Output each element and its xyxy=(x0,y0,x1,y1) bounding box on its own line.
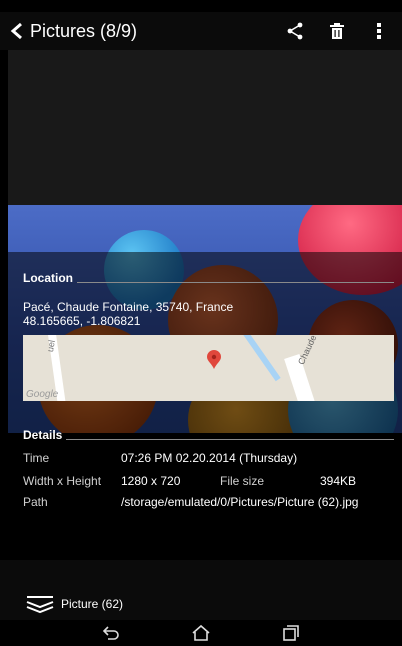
location-map[interactable]: uel Chaude Fontaine Google xyxy=(23,335,394,401)
map-road xyxy=(241,335,281,382)
back-icon[interactable] xyxy=(98,622,124,644)
home-icon[interactable] xyxy=(188,622,214,644)
time-label: Time xyxy=(23,451,50,465)
details-heading: Details xyxy=(23,428,63,442)
page-title: Pictures (8/9) xyxy=(30,20,138,41)
location-heading: Location xyxy=(23,271,73,285)
app-bar: Pictures (8/9) xyxy=(0,12,402,50)
divider xyxy=(66,439,394,440)
path-value: /storage/emulated/0/Pictures/Picture (62… xyxy=(121,495,359,509)
nav-bar xyxy=(0,620,402,646)
layers-icon[interactable] xyxy=(25,594,55,614)
divider xyxy=(77,282,394,283)
more-vert-icon[interactable] xyxy=(368,18,390,44)
trash-icon[interactable] xyxy=(326,18,348,44)
chevron-left-icon[interactable] xyxy=(6,12,28,50)
status-bar xyxy=(0,0,402,12)
address: Pacé, Chaude Fontaine, 35740, France xyxy=(23,300,234,314)
map-pin-icon xyxy=(207,350,221,369)
recents-icon[interactable] xyxy=(278,622,304,644)
wh-value: 1280 x 720 xyxy=(121,474,181,488)
wh-label: Width x Height xyxy=(23,474,102,488)
photo-top-area xyxy=(8,50,402,205)
time-value: 07:26 PM 02.20.2014 (Thursday) xyxy=(121,451,298,465)
filesize-value: 394KB xyxy=(320,474,357,488)
filesize-label: File size xyxy=(220,474,265,488)
file-name: Picture (62) xyxy=(61,597,124,611)
map-label-small: uel xyxy=(45,339,57,353)
location-text: Pacé, Chaude Fontaine, 35740, France 48.… xyxy=(23,300,233,328)
path-label: Path xyxy=(23,495,48,509)
map-google-label: Google xyxy=(26,389,59,400)
map-label-street: Chaude Fontaine xyxy=(296,335,334,366)
bottom-area xyxy=(0,560,402,620)
coordinates: 48.165665, -1.806821 xyxy=(23,314,141,328)
share-icon[interactable] xyxy=(284,18,306,44)
